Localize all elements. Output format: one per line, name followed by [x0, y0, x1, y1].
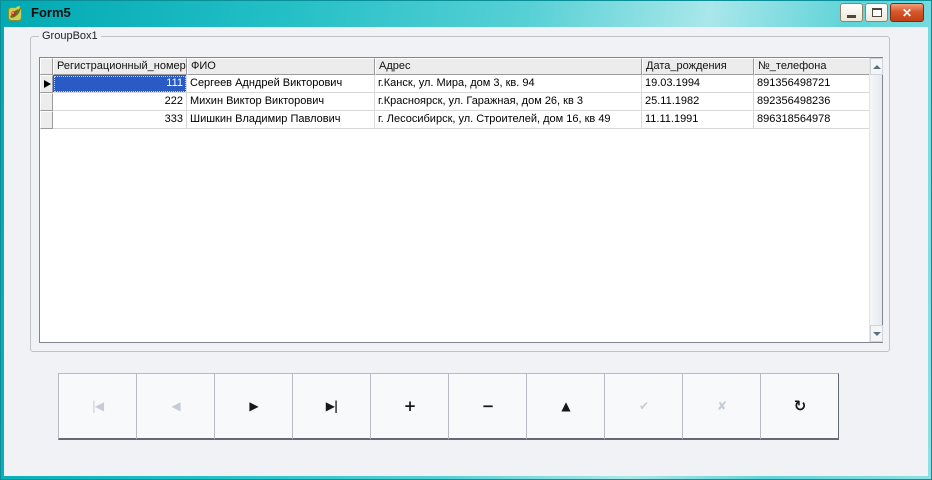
grid-cell[interactable]: г.Красноярск, ул. Гаражная, дом 26, кв 3	[375, 93, 642, 111]
titlebar[interactable]: Form5	[0, 0, 932, 27]
nav-insert-button[interactable]: +	[370, 373, 449, 440]
grid-cell[interactable]: 896318564978	[754, 111, 870, 129]
grid-cell[interactable]: 891356498721	[754, 75, 870, 93]
prior-record-icon: ◀	[171, 399, 180, 413]
grid-cell[interactable]: Сергеев Адндрей Викторович	[187, 75, 375, 93]
grid-cell[interactable]: 222	[53, 93, 187, 111]
app-icon	[8, 6, 22, 21]
refresh-data-icon: ↻	[793, 396, 807, 415]
close-icon	[902, 4, 912, 22]
form-client-area: GroupBox1 Регистрационный_номер ФИО Адре…	[4, 27, 928, 476]
minimize-icon	[847, 15, 856, 18]
scroll-down-button[interactable]	[870, 325, 883, 342]
db-grid[interactable]: Регистрационный_номер ФИО Адрес Дата_рож…	[39, 57, 883, 343]
nav-delete-button[interactable]: −	[448, 373, 527, 440]
table-row[interactable]: 333 Шишкин Владимир Павлович г. Лесосиби…	[40, 111, 882, 129]
grid-cell[interactable]: г.Канск, ул. Мира, дом 3, кв. 94	[375, 75, 642, 93]
scroll-up-button[interactable]	[870, 58, 883, 75]
nav-post-button[interactable]: ✔	[604, 373, 683, 440]
grid-header-row: Регистрационный_номер ФИО Адрес Дата_рож…	[40, 58, 882, 75]
form-window: Form5 GroupBox1 Регистрационный_номер ФИ…	[0, 0, 932, 480]
nav-first-button[interactable]: |◀	[58, 373, 137, 440]
table-row[interactable]: 111 Сергеев Адндрей Викторович г.Канск, …	[40, 75, 882, 93]
edit-record-icon: ▲	[561, 399, 570, 413]
first-record-icon: |◀	[91, 399, 104, 413]
window-title: Form5	[31, 5, 71, 20]
up-arrow-icon	[872, 64, 881, 69]
grid-cell[interactable]: 11.11.1991	[642, 111, 754, 129]
nav-last-button[interactable]: ▶|	[292, 373, 371, 440]
grid-cell[interactable]: Шишкин Владимир Павлович	[187, 111, 375, 129]
row-indicator	[40, 93, 53, 111]
column-header-registration-number[interactable]: Регистрационный_номер	[53, 58, 187, 75]
grid-cell-selected[interactable]: 111	[53, 75, 187, 93]
nav-edit-button[interactable]: ▲	[526, 373, 605, 440]
grid-cell[interactable]: 25.11.1982	[642, 93, 754, 111]
column-header-birthdate[interactable]: Дата_рождения	[642, 58, 754, 75]
grid-cell[interactable]: 333	[53, 111, 187, 129]
current-row-indicator	[40, 75, 53, 93]
row-indicator	[40, 111, 53, 129]
insert-record-icon: +	[403, 396, 417, 415]
nav-next-button[interactable]: ▶	[214, 373, 293, 440]
maximize-icon	[871, 8, 882, 17]
column-header-address[interactable]: Адрес	[375, 58, 642, 75]
window-controls	[840, 3, 924, 22]
maximize-button[interactable]	[865, 3, 888, 22]
nav-prior-button[interactable]: ◀	[136, 373, 215, 440]
last-record-icon: ▶|	[325, 399, 339, 413]
minimize-button[interactable]	[840, 3, 863, 22]
current-row-arrow-icon	[44, 80, 51, 88]
down-arrow-icon	[872, 331, 881, 336]
delete-record-icon: −	[481, 396, 495, 415]
groupbox1: GroupBox1 Регистрационный_номер ФИО Адре…	[30, 30, 890, 352]
nav-refresh-button[interactable]: ↻	[760, 373, 839, 440]
column-header-phone[interactable]: №_телефона	[754, 58, 870, 75]
column-header-fio[interactable]: ФИО	[187, 58, 375, 75]
grid-cell[interactable]: г. Лесосибирск, ул. Строителей, дом 16, …	[375, 111, 642, 129]
groupbox1-label: GroupBox1	[39, 30, 101, 42]
indicator-column-header	[40, 58, 53, 75]
grid-vertical-scrollbar[interactable]	[869, 58, 883, 342]
next-record-icon: ▶	[249, 399, 258, 413]
db-navigator: |◀ ◀ ▶ ▶| + − ▲ ✔ ✘ ↻	[58, 373, 839, 440]
grid-cell[interactable]: Михин Виктор Викторович	[187, 93, 375, 111]
close-button[interactable]	[890, 3, 924, 22]
grid-cell[interactable]: 19.03.1994	[642, 75, 754, 93]
nav-cancel-button[interactable]: ✘	[682, 373, 761, 440]
cancel-edit-icon: ✘	[716, 399, 727, 413]
post-edit-icon: ✔	[638, 399, 649, 413]
table-row[interactable]: 222 Михин Виктор Викторович г.Красноярск…	[40, 93, 882, 111]
grid-cell[interactable]: 892356498236	[754, 93, 870, 111]
